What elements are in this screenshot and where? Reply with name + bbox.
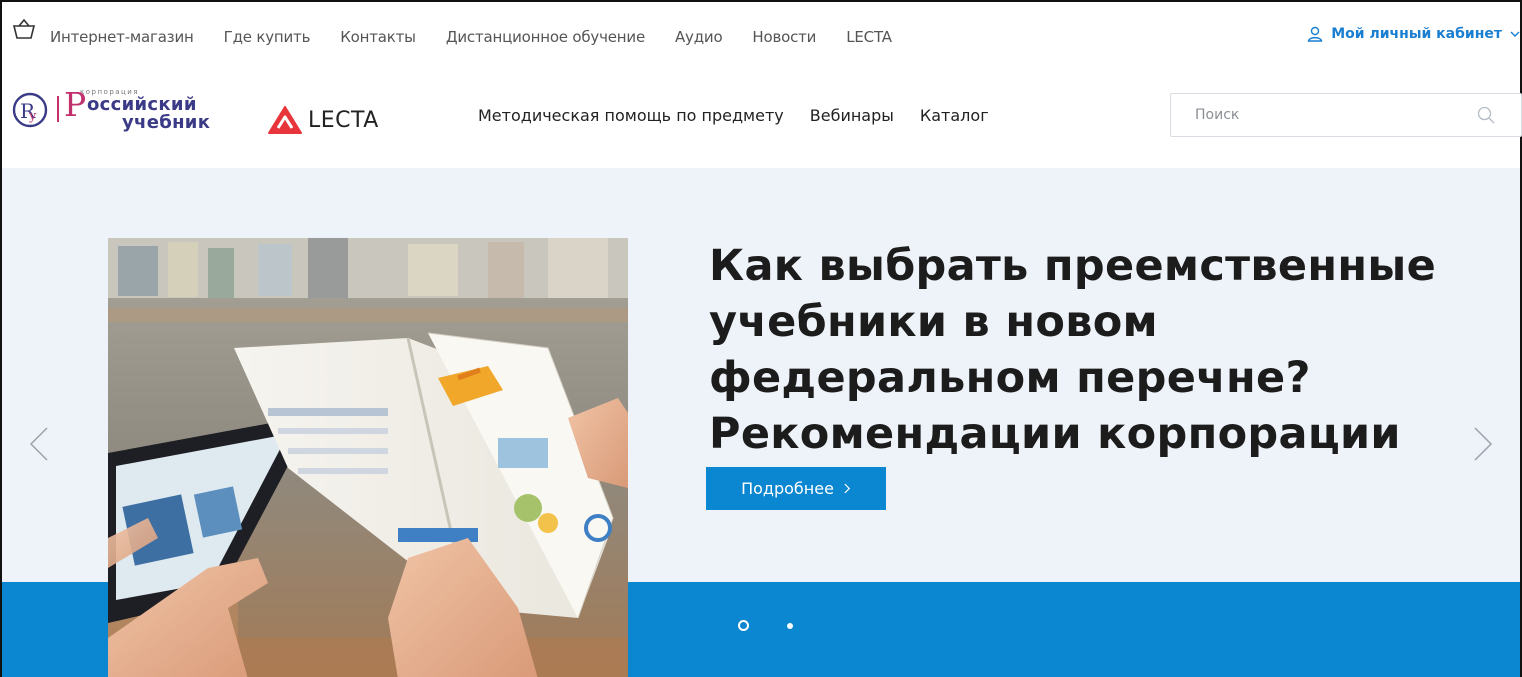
hero-image-textbook-and-tablet: [108, 238, 628, 677]
chevron-down-icon: [1510, 31, 1520, 37]
top-nav: Интернет-магазин Где купить Контакты Дис…: [50, 28, 922, 46]
top-nav-where-to-buy[interactable]: Где купить: [224, 28, 311, 46]
top-utility-bar: Интернет-магазин Где купить Контакты Дис…: [2, 2, 1520, 66]
main-nav-webinars[interactable]: Вебинары: [810, 106, 894, 125]
search-icon[interactable]: [1477, 106, 1495, 124]
hero-title-line: Рекомендации корпорации: [709, 409, 1401, 459]
hero-title: Как выбрать преемственные учебники в нов…: [709, 238, 1469, 462]
lecta-triangle-icon: [268, 106, 302, 134]
search-box: [1170, 93, 1522, 137]
lecta-logo[interactable]: LECTA: [268, 106, 379, 134]
top-nav-news[interactable]: Новости: [752, 28, 816, 46]
slider-pagination: [738, 620, 793, 631]
search-input[interactable]: [1171, 94, 1471, 136]
logo-initial-letter: Р: [64, 85, 87, 124]
slider-next-arrow-icon[interactable]: [1472, 426, 1494, 462]
logo-divider: [57, 96, 59, 122]
hero-title-line: Как выбрать преемственные: [709, 241, 1437, 291]
top-nav-lecta[interactable]: LECTA: [846, 28, 892, 46]
main-nav-methodical-help[interactable]: Методическая помощь по предмету: [478, 106, 784, 125]
account-menu[interactable]: Мой личный кабинет: [1307, 26, 1520, 42]
ru-emblem-icon: R y: [12, 92, 48, 128]
top-nav-contacts[interactable]: Контакты: [340, 28, 416, 46]
top-nav-online-store[interactable]: Интернет-магазин: [50, 28, 194, 46]
more-details-label: Подробнее: [741, 479, 834, 498]
shopping-basket-icon[interactable]: [12, 18, 36, 40]
user-icon: [1307, 26, 1323, 42]
main-nav: Методическая помощь по предмету Вебинары…: [478, 106, 989, 125]
slide-dot[interactable]: [787, 622, 793, 629]
chevron-right-icon: [844, 483, 851, 494]
main-header: R y корпорация Р оссийский учебник LECTA…: [2, 66, 1522, 168]
account-label: Мой личный кабинет: [1331, 26, 1502, 42]
hero-title-line: учебники в новом: [709, 297, 1158, 347]
hero-slider: Как выбрать преемственные учебники в нов…: [2, 168, 1520, 677]
top-nav-distance-learning[interactable]: Дистанционное обучение: [446, 28, 645, 46]
slide-dot-active[interactable]: [738, 620, 749, 631]
svg-text:y: y: [28, 109, 37, 124]
rossiyskiy-uchebnik-logo[interactable]: R y корпорация Р оссийский учебник: [12, 88, 252, 138]
more-details-button[interactable]: Подробнее: [706, 467, 886, 510]
main-nav-catalog[interactable]: Каталог: [920, 106, 989, 125]
top-nav-audio[interactable]: Аудио: [675, 28, 723, 46]
slider-prev-arrow-icon[interactable]: [28, 426, 50, 462]
logo-text-line2: учебник: [122, 112, 211, 133]
lecta-logo-text: LECTA: [308, 107, 379, 133]
hero-title-line: федеральном перечне?: [709, 353, 1311, 403]
